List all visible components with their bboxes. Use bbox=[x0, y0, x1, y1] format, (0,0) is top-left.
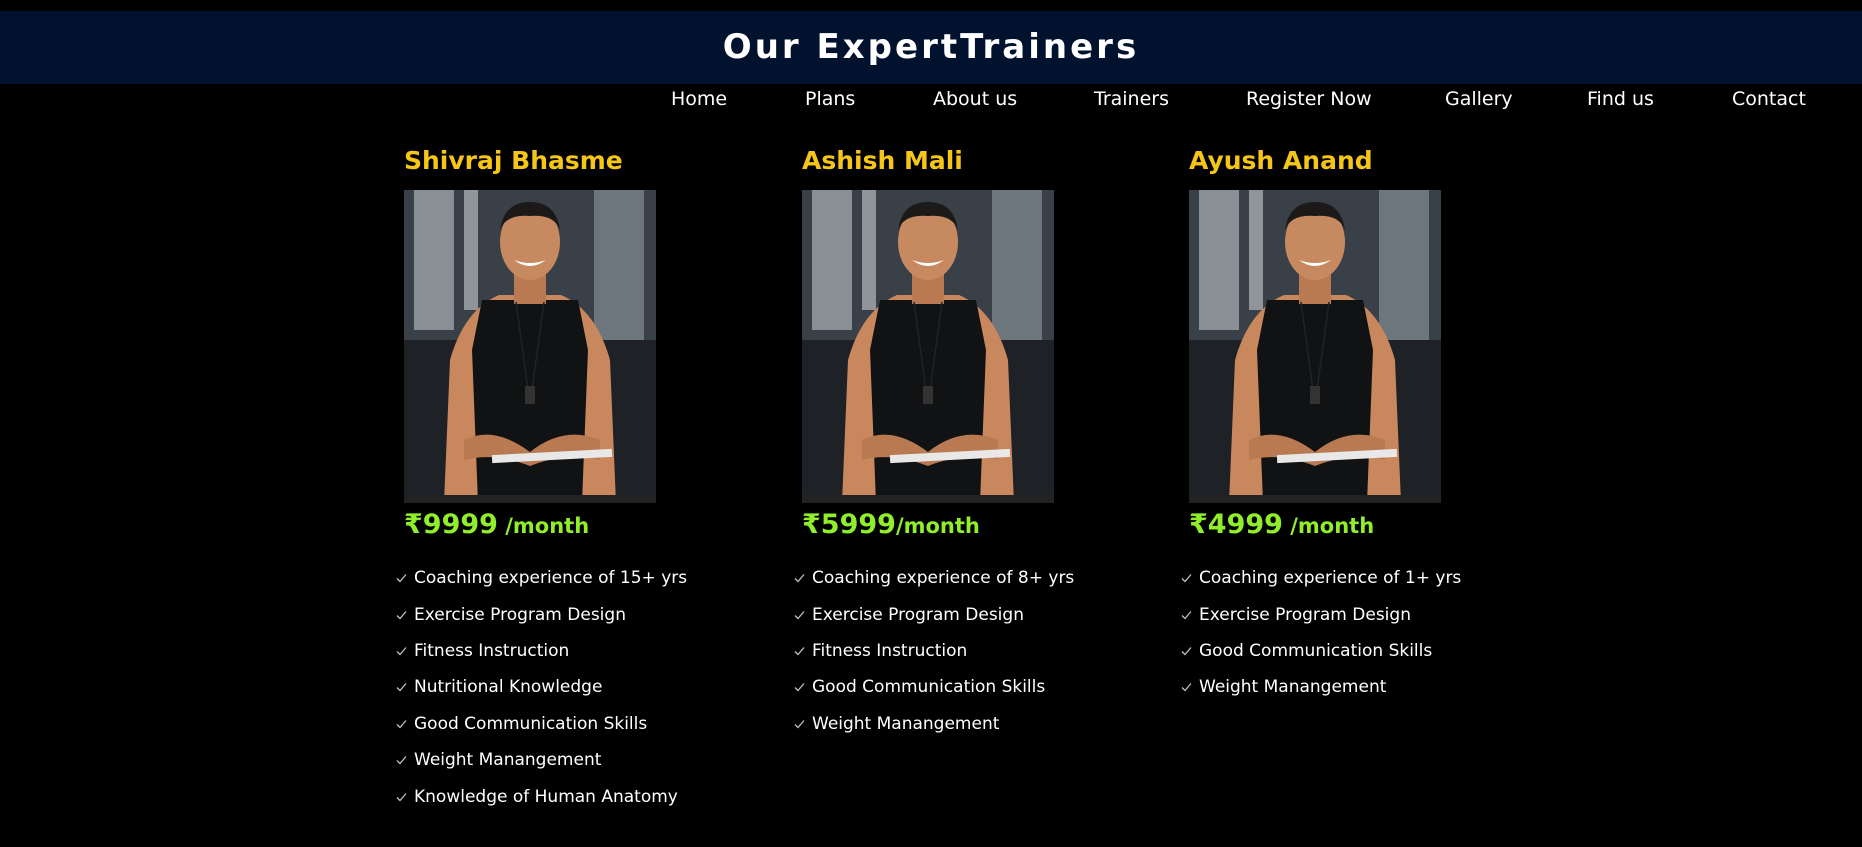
check-icon bbox=[396, 610, 407, 620]
check-icon bbox=[396, 719, 407, 729]
trainer-price: ₹5999/month bbox=[802, 507, 980, 544]
check-icon bbox=[1181, 610, 1192, 620]
price-amount: ₹9999 bbox=[404, 509, 498, 540]
check-icon bbox=[794, 719, 805, 729]
nav-contact[interactable]: Contact bbox=[1732, 86, 1806, 112]
main-nav: Home Plans About us Trainers Register No… bbox=[0, 86, 1862, 116]
check-icon bbox=[794, 610, 805, 620]
feature-item: Fitness Instruction bbox=[396, 633, 687, 669]
trainer-name: Ayush Anand bbox=[1189, 146, 1373, 175]
feature-text: Fitness Instruction bbox=[812, 640, 968, 661]
trainer-photo-illustration bbox=[404, 190, 656, 503]
check-icon bbox=[396, 683, 407, 692]
check-icon bbox=[794, 683, 805, 692]
feature-item: Coaching experience of 15+ yrs bbox=[396, 560, 687, 596]
feature-text: Nutritional Knowledge bbox=[414, 677, 603, 698]
feature-item: Fitness Instruction bbox=[794, 633, 1074, 669]
feature-text: Exercise Program Design bbox=[812, 604, 1024, 625]
feature-item: Knowledge of Human Anatomy bbox=[396, 778, 687, 814]
feature-text: Weight Manangement bbox=[812, 713, 1000, 734]
feature-text: Weight Manangement bbox=[414, 750, 602, 771]
page-header: Our ExpertTrainers bbox=[0, 11, 1862, 84]
check-icon bbox=[396, 792, 407, 801]
check-icon bbox=[794, 647, 805, 656]
feature-item: Good Communication Skills bbox=[1181, 633, 1461, 669]
trainer-name: Shivraj Bhasme bbox=[404, 146, 623, 175]
check-icon bbox=[1181, 574, 1192, 583]
feature-text: Fitness Instruction bbox=[414, 640, 570, 661]
feature-item: Weight Manangement bbox=[794, 706, 1074, 742]
check-icon bbox=[396, 574, 407, 583]
feature-item: Nutritional Knowledge bbox=[396, 669, 687, 705]
nav-plans[interactable]: Plans bbox=[805, 86, 855, 112]
trainer-name: Ashish Mali bbox=[802, 146, 963, 175]
feature-text: Good Communication Skills bbox=[1199, 640, 1433, 661]
feature-list: Coaching experience of 8+ yrs Exercise Pr… bbox=[794, 560, 1074, 742]
feature-text: Coaching experience of 1+ yrs bbox=[1199, 568, 1462, 589]
feature-item: Good Communication Skills bbox=[794, 669, 1074, 705]
feature-text: Exercise Program Design bbox=[1199, 604, 1411, 625]
feature-item: Weight Manangement bbox=[396, 742, 687, 778]
feature-text: Good Communication Skills bbox=[414, 713, 648, 734]
nav-gallery[interactable]: Gallery bbox=[1445, 86, 1513, 112]
feature-item: Exercise Program Design bbox=[1181, 596, 1461, 632]
feature-item: Weight Manangement bbox=[1181, 669, 1461, 705]
page-title: Our ExpertTrainers bbox=[722, 27, 1140, 67]
feature-text: Weight Manangement bbox=[1199, 677, 1387, 698]
feature-text: Coaching experience of 15+ yrs bbox=[414, 568, 688, 589]
trainer-photo bbox=[802, 190, 1054, 503]
feature-item: Exercise Program Design bbox=[794, 596, 1074, 632]
feature-text: Coaching experience of 8+ yrs bbox=[812, 568, 1075, 589]
check-icon bbox=[1181, 647, 1192, 656]
trainer-price: ₹4999 /month bbox=[1189, 507, 1374, 544]
price-period: /month bbox=[1282, 514, 1375, 538]
trainer-price: ₹9999 /month bbox=[404, 507, 589, 544]
trainer-photo bbox=[404, 190, 656, 503]
nav-home[interactable]: Home bbox=[671, 86, 727, 112]
trainer-photo-illustration bbox=[802, 190, 1054, 503]
nav-trainers[interactable]: Trainers bbox=[1094, 86, 1169, 112]
feature-text: Exercise Program Design bbox=[414, 604, 626, 625]
check-icon bbox=[396, 756, 407, 765]
price-amount: ₹5999 bbox=[802, 509, 896, 540]
nav-find-us[interactable]: Find us bbox=[1587, 86, 1654, 112]
feature-item: Exercise Program Design bbox=[396, 596, 687, 632]
nav-register-now[interactable]: Register Now bbox=[1246, 86, 1372, 112]
check-icon bbox=[794, 574, 805, 583]
feature-list: Coaching experience of 15+ yrs Exercise P… bbox=[396, 560, 687, 815]
check-icon bbox=[1181, 683, 1192, 692]
feature-item: Coaching experience of 1+ yrs bbox=[1181, 560, 1461, 596]
price-period: /month bbox=[895, 514, 980, 538]
feature-text: Good Communication Skills bbox=[812, 677, 1046, 698]
trainer-photo-illustration bbox=[1189, 190, 1441, 503]
feature-list: Coaching experience of 1+ yrs Exercise Pr… bbox=[1181, 560, 1461, 706]
nav-about-us[interactable]: About us bbox=[933, 86, 1017, 112]
price-period: /month bbox=[497, 514, 590, 538]
feature-item: Good Communication Skills bbox=[396, 706, 687, 742]
feature-item: Coaching experience of 8+ yrs bbox=[794, 560, 1074, 596]
feature-text: Knowledge of Human Anatomy bbox=[414, 786, 678, 807]
check-icon bbox=[396, 647, 407, 656]
price-amount: ₹4999 bbox=[1189, 509, 1283, 540]
trainer-photo bbox=[1189, 190, 1441, 503]
